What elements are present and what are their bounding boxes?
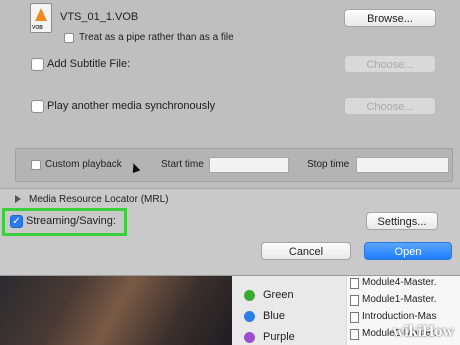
sync-media-choose-button[interactable]: Choose... xyxy=(344,97,436,115)
subtitle-choose-button[interactable]: Choose... xyxy=(344,55,436,73)
subtitle-label: Add Subtitle File: xyxy=(47,58,131,70)
document-icon xyxy=(350,278,359,289)
mrl-label: Media Resource Locator (MRL) xyxy=(29,194,169,205)
file-item[interactable]: Introduction-Mas xyxy=(362,311,436,322)
file-item[interactable]: Module4-Master. xyxy=(362,277,436,288)
streaming-checkbox[interactable]: ✓ xyxy=(10,215,23,228)
sidebar-tag-green[interactable]: Green xyxy=(263,289,294,301)
settings-button[interactable]: Settings... xyxy=(366,212,438,230)
custom-playback-label: Custom playback xyxy=(45,159,122,170)
file-options-panel: VOB VTS_01_1.VOB Browse... Treat as a pi… xyxy=(0,0,460,189)
start-time-input[interactable] xyxy=(209,157,289,173)
sync-media-checkbox[interactable] xyxy=(31,100,44,113)
cancel-button[interactable]: Cancel xyxy=(261,242,351,260)
open-button[interactable]: Open xyxy=(364,242,452,260)
pipe-label: Treat as a pipe rather than as a file xyxy=(79,32,234,43)
streaming-label: Streaming/Saving: xyxy=(26,215,116,227)
open-source-dialog: VOB VTS_01_1.VOB Browse... Treat as a pi… xyxy=(0,0,460,276)
file-icon-caption: VOB xyxy=(32,25,43,31)
blue-tag-dot xyxy=(244,311,255,322)
file-name: VTS_01_1.VOB xyxy=(60,11,139,23)
stop-time-input[interactable] xyxy=(356,157,449,173)
subtitle-checkbox[interactable] xyxy=(31,58,44,71)
pipe-checkbox[interactable] xyxy=(64,33,74,43)
document-icon xyxy=(350,329,359,340)
file-item[interactable]: Module1-Master. xyxy=(362,294,436,305)
sidebar-tag-blue[interactable]: Blue xyxy=(263,310,285,322)
finder-sidebar: Green Blue Purple xyxy=(232,276,346,345)
vlc-cone-icon xyxy=(35,8,47,21)
stop-time-label: Stop time xyxy=(307,159,350,170)
browse-button[interactable]: Browse... xyxy=(344,9,436,27)
custom-playback-checkbox[interactable] xyxy=(31,160,41,170)
vlc-file-icon: VOB xyxy=(30,3,52,33)
document-icon xyxy=(350,312,359,323)
mrl-disclosure-icon[interactable] xyxy=(15,195,21,203)
purple-tag-dot xyxy=(244,332,255,343)
desktop-wallpaper xyxy=(0,276,232,345)
sync-media-label: Play another media synchronously xyxy=(47,100,216,112)
start-time-label: Start time xyxy=(161,159,204,170)
green-tag-dot xyxy=(244,290,255,301)
sidebar-tag-purple[interactable]: Purple xyxy=(263,331,295,343)
wikihow-watermark: wikiHow xyxy=(392,323,454,340)
document-icon xyxy=(350,295,359,306)
